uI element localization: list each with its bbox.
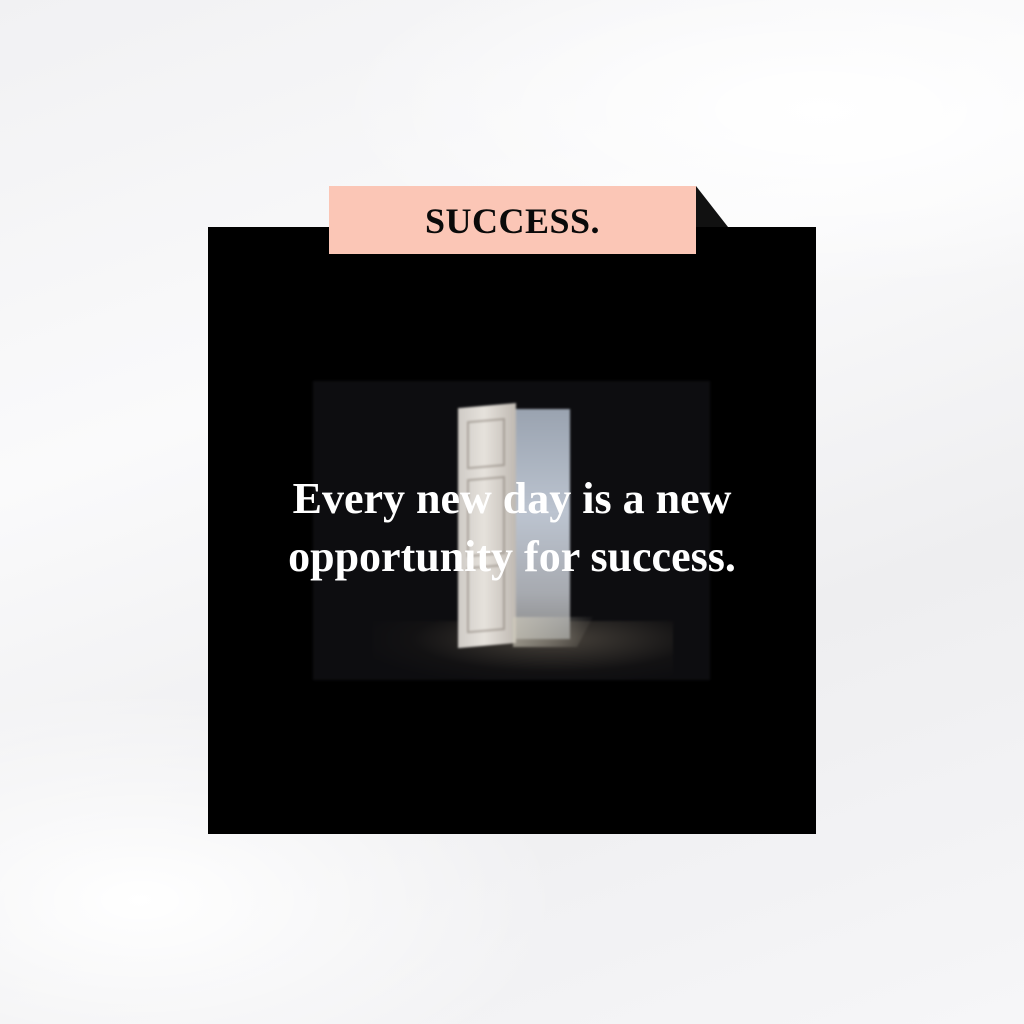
quote-text: Every new day is a new opportunity for s… — [288, 474, 736, 581]
tag-fold-shadow — [696, 186, 728, 227]
door-panel-top — [467, 417, 505, 470]
category-tag: SUCCESS. — [329, 186, 696, 254]
category-tag-label: SUCCESS. — [424, 201, 601, 241]
